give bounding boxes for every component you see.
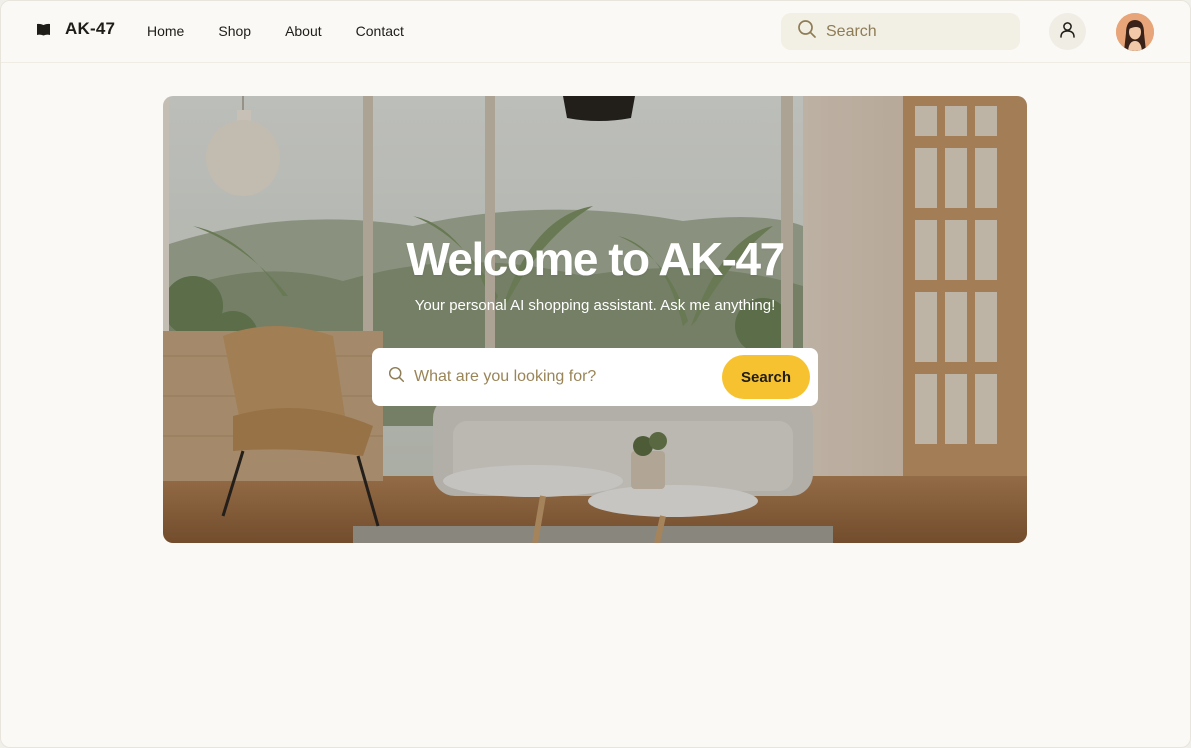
- nav-link-home[interactable]: Home: [147, 23, 184, 39]
- hero-search-button[interactable]: Search: [722, 355, 810, 399]
- avatar-image: [1116, 13, 1154, 51]
- nav-link-contact[interactable]: Contact: [356, 23, 404, 39]
- avatar[interactable]: [1116, 13, 1154, 51]
- user-icon: [1059, 21, 1076, 43]
- hero-search-input[interactable]: [414, 368, 714, 386]
- search-icon: [388, 366, 405, 388]
- main-nav: Home Shop About Contact: [147, 23, 438, 39]
- search-icon: [797, 19, 817, 44]
- hero-title: Welcome to AK-47: [406, 233, 785, 285]
- hero-subtitle: Your personal AI shopping assistant. Ask…: [414, 297, 776, 314]
- account-button[interactable]: [1049, 13, 1086, 50]
- header-search[interactable]: [781, 13, 1020, 50]
- hero-banner: Welcome to AK-47 Your personal AI shoppi…: [163, 96, 1027, 543]
- logo-icon: [36, 23, 51, 36]
- brand-name: AK-47: [65, 19, 116, 38]
- brand[interactable]: AK-47: [36, 19, 115, 39]
- nav-link-shop[interactable]: Shop: [218, 23, 251, 39]
- nav-link-about[interactable]: About: [285, 23, 322, 39]
- app-window: AK-47 Home Shop About Contact Search Wel…: [0, 0, 1191, 748]
- top-navbar: AK-47 Home Shop About Contact: [1, 1, 1190, 63]
- hero-search-bar: Search: [372, 348, 818, 406]
- header-search-input[interactable]: [826, 22, 1006, 41]
- hero-background-image: [163, 96, 1027, 543]
